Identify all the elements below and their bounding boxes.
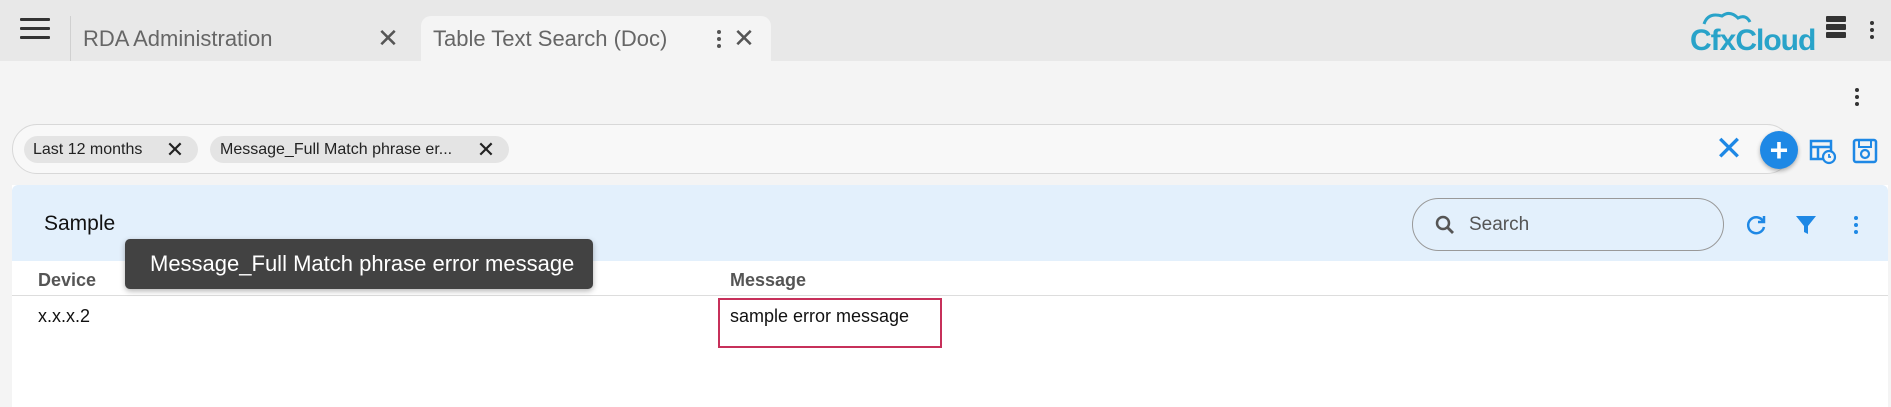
save-icon[interactable] (1850, 136, 1880, 166)
table-history-icon[interactable] (1808, 136, 1838, 166)
card-title: Sample (44, 212, 116, 235)
tab-rda-administration[interactable]: RDA Administration ✕ (70, 16, 415, 61)
more-vert-icon[interactable] (1841, 210, 1871, 240)
close-icon[interactable]: ✕ (729, 23, 759, 54)
filter-bar: Last 12 months ✕ Message_Full Match phra… (12, 124, 1798, 174)
cell-message: sample error message (730, 306, 910, 326)
page-more-vert-icon[interactable] (1850, 85, 1864, 109)
add-filter-button[interactable]: + (1760, 131, 1798, 169)
cfxcloud-logo: CfxCloud (1686, 10, 1816, 57)
cell-device: x.x.x.2 (38, 306, 91, 326)
column-header-device[interactable]: Device (38, 270, 96, 291)
tab-label: Table Text Search (Doc) (433, 25, 668, 51)
logo-text: CfxCloud (1690, 24, 1816, 57)
chip-label: Last 12 months (33, 140, 143, 158)
filter-chip-time-range[interactable]: Last 12 months ✕ (24, 136, 198, 163)
top-bar: RDA Administration ✕ Table Text Search (… (0, 0, 1891, 61)
chip-label: Message_Full Match phrase er... (220, 140, 453, 158)
chip-tooltip: Message_Full Match phrase error message (125, 239, 593, 289)
tab-table-text-search[interactable]: Table Text Search (Doc) ✕ (421, 16, 771, 61)
refresh-icon[interactable] (1741, 210, 1771, 240)
search-input[interactable] (1469, 213, 1709, 236)
more-vert-icon[interactable] (709, 24, 729, 54)
column-header-message[interactable]: Message (730, 270, 806, 291)
filter-chip-message[interactable]: Message_Full Match phrase er... ✕ (210, 136, 509, 163)
filter-icon[interactable] (1791, 210, 1821, 240)
content-area: Last 12 months ✕ Message_Full Match phra… (0, 61, 1891, 407)
search-box[interactable] (1412, 198, 1724, 251)
close-icon[interactable]: ✕ (373, 23, 403, 54)
table-row[interactable]: x.x.x.2 sample error message (12, 296, 1888, 341)
more-vert-icon[interactable] (1865, 18, 1879, 42)
clear-filters-icon[interactable]: ✕ (1713, 130, 1745, 168)
hamburger-menu-icon[interactable] (20, 18, 50, 40)
results-card: Sample Device (12, 185, 1888, 407)
search-icon (1435, 215, 1454, 234)
close-icon[interactable]: ✕ (473, 136, 499, 163)
server-icon[interactable] (1826, 16, 1846, 40)
tab-label: RDA Administration (83, 25, 273, 51)
close-icon[interactable]: ✕ (162, 136, 188, 163)
